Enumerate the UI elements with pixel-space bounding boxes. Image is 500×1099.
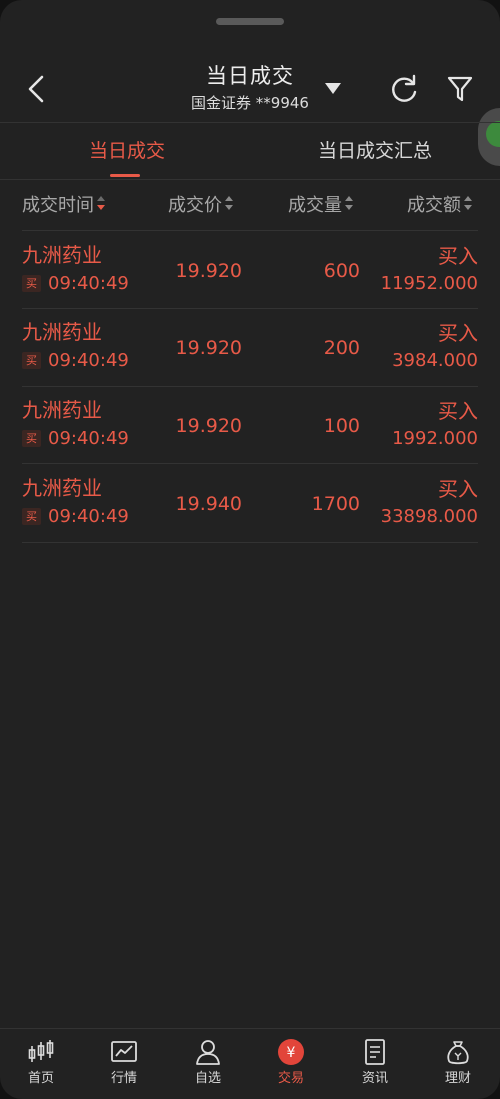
yen-icon: ¥ [278, 1039, 304, 1065]
buy-badge: 买 [22, 275, 41, 292]
trade-row[interactable]: 九洲药业 买 09:40:49 19.920 600 买入 11952.000 [22, 232, 478, 310]
column-header-label: 成交价 [168, 195, 222, 216]
row-divider [22, 230, 478, 231]
column-header-amount[interactable]: 成交额 [407, 192, 473, 220]
refresh-icon [392, 74, 417, 102]
buy-badge: 买 [22, 352, 41, 369]
stock-name: 九洲药业 [22, 243, 102, 267]
tabs-divider [0, 179, 500, 180]
trade-amount: 3984.000 [392, 350, 478, 371]
column-header-label: 成交额 [407, 195, 461, 216]
nav-label: 自选 [194, 1071, 221, 1086]
trade-direction: 买入 [438, 321, 478, 345]
trade-price: 19.920 [175, 337, 242, 359]
trade-quantity: 1700 [311, 493, 360, 515]
trade-price: 19.940 [175, 493, 242, 515]
trade-quantity: 600 [323, 260, 360, 282]
column-header-quantity[interactable]: 成交量 [288, 192, 354, 220]
trade-direction: 买入 [438, 244, 478, 268]
app-screen: 当日成交 国金证券 **9946 当日成交 当日成交汇总 成交时间 成交价 成交… [0, 0, 500, 1099]
trade-row[interactable]: 九洲药业 买 09:40:49 19.940 1700 买入 33898.000 [22, 465, 478, 543]
sort-icon [344, 192, 354, 220]
trade-price: 19.920 [175, 415, 242, 437]
wechat-icon [486, 121, 500, 147]
trade-direction: 买入 [438, 399, 478, 423]
user-icon [196, 1040, 220, 1065]
filter-icon [447, 76, 473, 102]
nav-watchlist[interactable]: 自选 [175, 1030, 241, 1092]
back-arrow-icon [28, 75, 44, 103]
stock-name: 九洲药业 [22, 398, 102, 422]
nav-market[interactable]: 行情 [91, 1030, 157, 1092]
floating-wechat-button[interactable] [478, 108, 500, 166]
candlestick-icon [28, 1040, 54, 1062]
trade-time: 09:40:49 [48, 350, 129, 371]
row-divider [22, 542, 478, 543]
filter-button[interactable] [444, 72, 476, 106]
title-area[interactable]: 当日成交 国金证券 **9946 [150, 62, 350, 114]
nav-news[interactable]: 资讯 [342, 1030, 408, 1092]
trade-time: 09:40:49 [48, 506, 129, 527]
row-divider [22, 463, 478, 464]
nav-wealth[interactable]: 理财 [425, 1030, 491, 1092]
nav-label: 理财 [444, 1071, 471, 1086]
account-label: 国金证券 **9946 [191, 94, 309, 112]
nav-divider [0, 1028, 500, 1029]
trade-amount: 11952.000 [380, 273, 478, 294]
drag-handle[interactable] [216, 18, 284, 25]
buy-badge: 买 [22, 508, 41, 525]
active-tab-indicator [110, 174, 140, 177]
triangle-down-icon [325, 83, 341, 94]
account-dropdown-button[interactable] [322, 80, 344, 96]
trade-time: 09:40:49 [48, 273, 129, 294]
nav-label: 交易 [277, 1071, 304, 1086]
header-divider [0, 122, 500, 123]
refresh-button[interactable] [388, 72, 420, 106]
nav-label: 首页 [27, 1071, 54, 1086]
trade-price: 19.920 [175, 260, 242, 282]
back-button[interactable] [22, 72, 52, 106]
bottom-nav: 首页 行情 自选 ¥ 交易 资讯 理财 [0, 1030, 500, 1099]
trade-direction: 买入 [438, 477, 478, 501]
money-bag-icon [447, 1041, 469, 1065]
trade-row[interactable]: 九洲药业 买 09:40:49 19.920 100 买入 1992.000 [22, 387, 478, 465]
nav-label: 资讯 [361, 1071, 388, 1086]
svg-text:¥: ¥ [287, 1045, 296, 1061]
sort-icon [463, 192, 473, 220]
buy-badge: 买 [22, 430, 41, 447]
column-header-time[interactable]: 成交时间 [22, 192, 106, 220]
sort-desc-icon [96, 192, 106, 220]
stock-name: 九洲药业 [22, 476, 102, 500]
column-header-price[interactable]: 成交价 [168, 192, 234, 220]
trade-amount: 1992.000 [392, 428, 478, 449]
trade-amount: 33898.000 [380, 506, 478, 527]
nav-home[interactable]: 首页 [8, 1030, 74, 1092]
nav-trade[interactable]: ¥ 交易 [258, 1030, 324, 1092]
tab-today-trades-summary[interactable]: 当日成交汇总 [300, 136, 450, 166]
column-header-label: 成交时间 [22, 195, 94, 216]
trade-quantity: 100 [323, 415, 360, 437]
trade-quantity: 200 [323, 337, 360, 359]
trade-row[interactable]: 九洲药业 买 09:40:49 19.920 200 买入 3984.000 [22, 309, 478, 387]
stock-name: 九洲药业 [22, 320, 102, 344]
header: 当日成交 国金证券 **9946 [0, 50, 500, 122]
chart-icon [111, 1041, 137, 1062]
page-title: 当日成交 [206, 64, 294, 88]
document-icon [365, 1039, 385, 1065]
nav-label: 行情 [110, 1071, 137, 1086]
sort-icon [224, 192, 234, 220]
column-header-label: 成交量 [288, 195, 342, 216]
trade-time: 09:40:49 [48, 428, 129, 449]
tab-today-trades[interactable]: 当日成交 [72, 136, 182, 166]
